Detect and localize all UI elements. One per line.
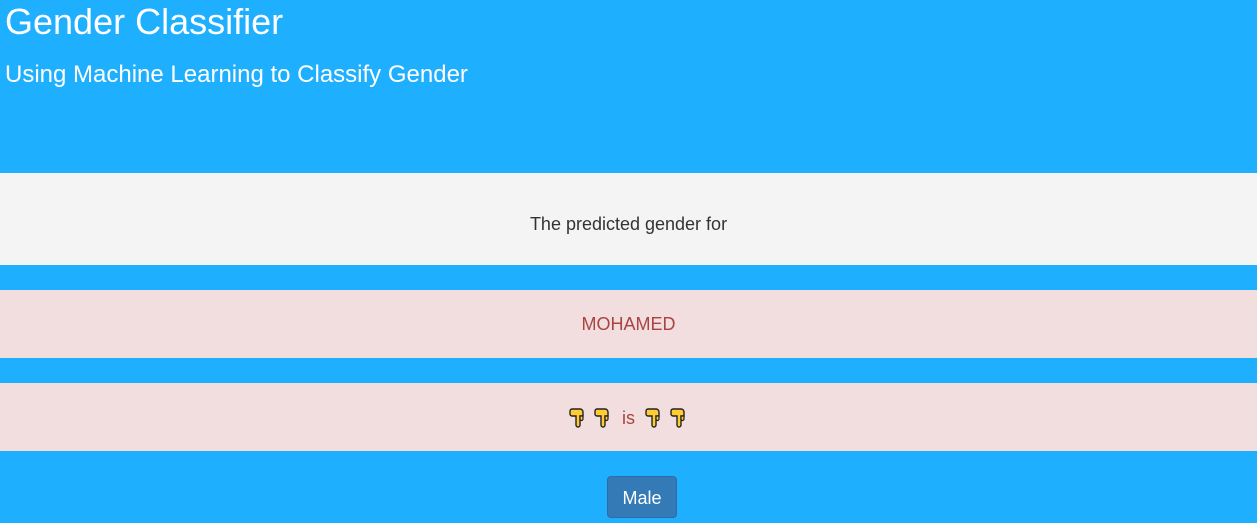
pointing-down-icon — [569, 408, 584, 428]
gender-result-button[interactable]: Male — [607, 476, 677, 518]
prediction-intro-text: The predicted gender for — [529, 214, 728, 234]
page: Gender Classifier Using Machine Learning… — [0, 0, 1257, 523]
page-subtitle: Using Machine Learning to Classify Gende… — [5, 61, 468, 88]
pointing-down-icon — [594, 408, 609, 428]
connector-panel: is — [0, 383, 1257, 451]
page-title: Gender Classifier — [5, 1, 284, 42]
name-panel: MOHAMED — [0, 290, 1257, 358]
pointing-down-icon — [645, 408, 660, 428]
page-header: Gender Classifier Using Machine Learning… — [0, 0, 1257, 173]
connector-word: is — [622, 408, 635, 429]
pointing-down-icon — [670, 408, 685, 428]
prediction-intro-panel: The predicted gender for — [0, 173, 1257, 265]
input-name-text: MOHAMED — [581, 314, 676, 334]
